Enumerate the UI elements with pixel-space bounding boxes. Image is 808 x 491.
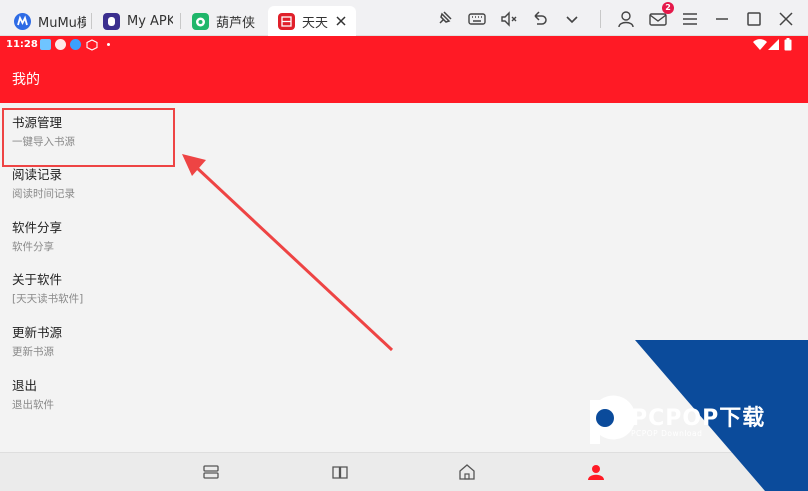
watermark-subtitle: PCPOP Download	[631, 429, 703, 438]
book-icon[interactable]	[331, 463, 349, 481]
watermark-brand: PCPOP下载	[631, 406, 766, 431]
list-icon[interactable]	[202, 463, 220, 481]
home-icon[interactable]	[458, 463, 476, 481]
